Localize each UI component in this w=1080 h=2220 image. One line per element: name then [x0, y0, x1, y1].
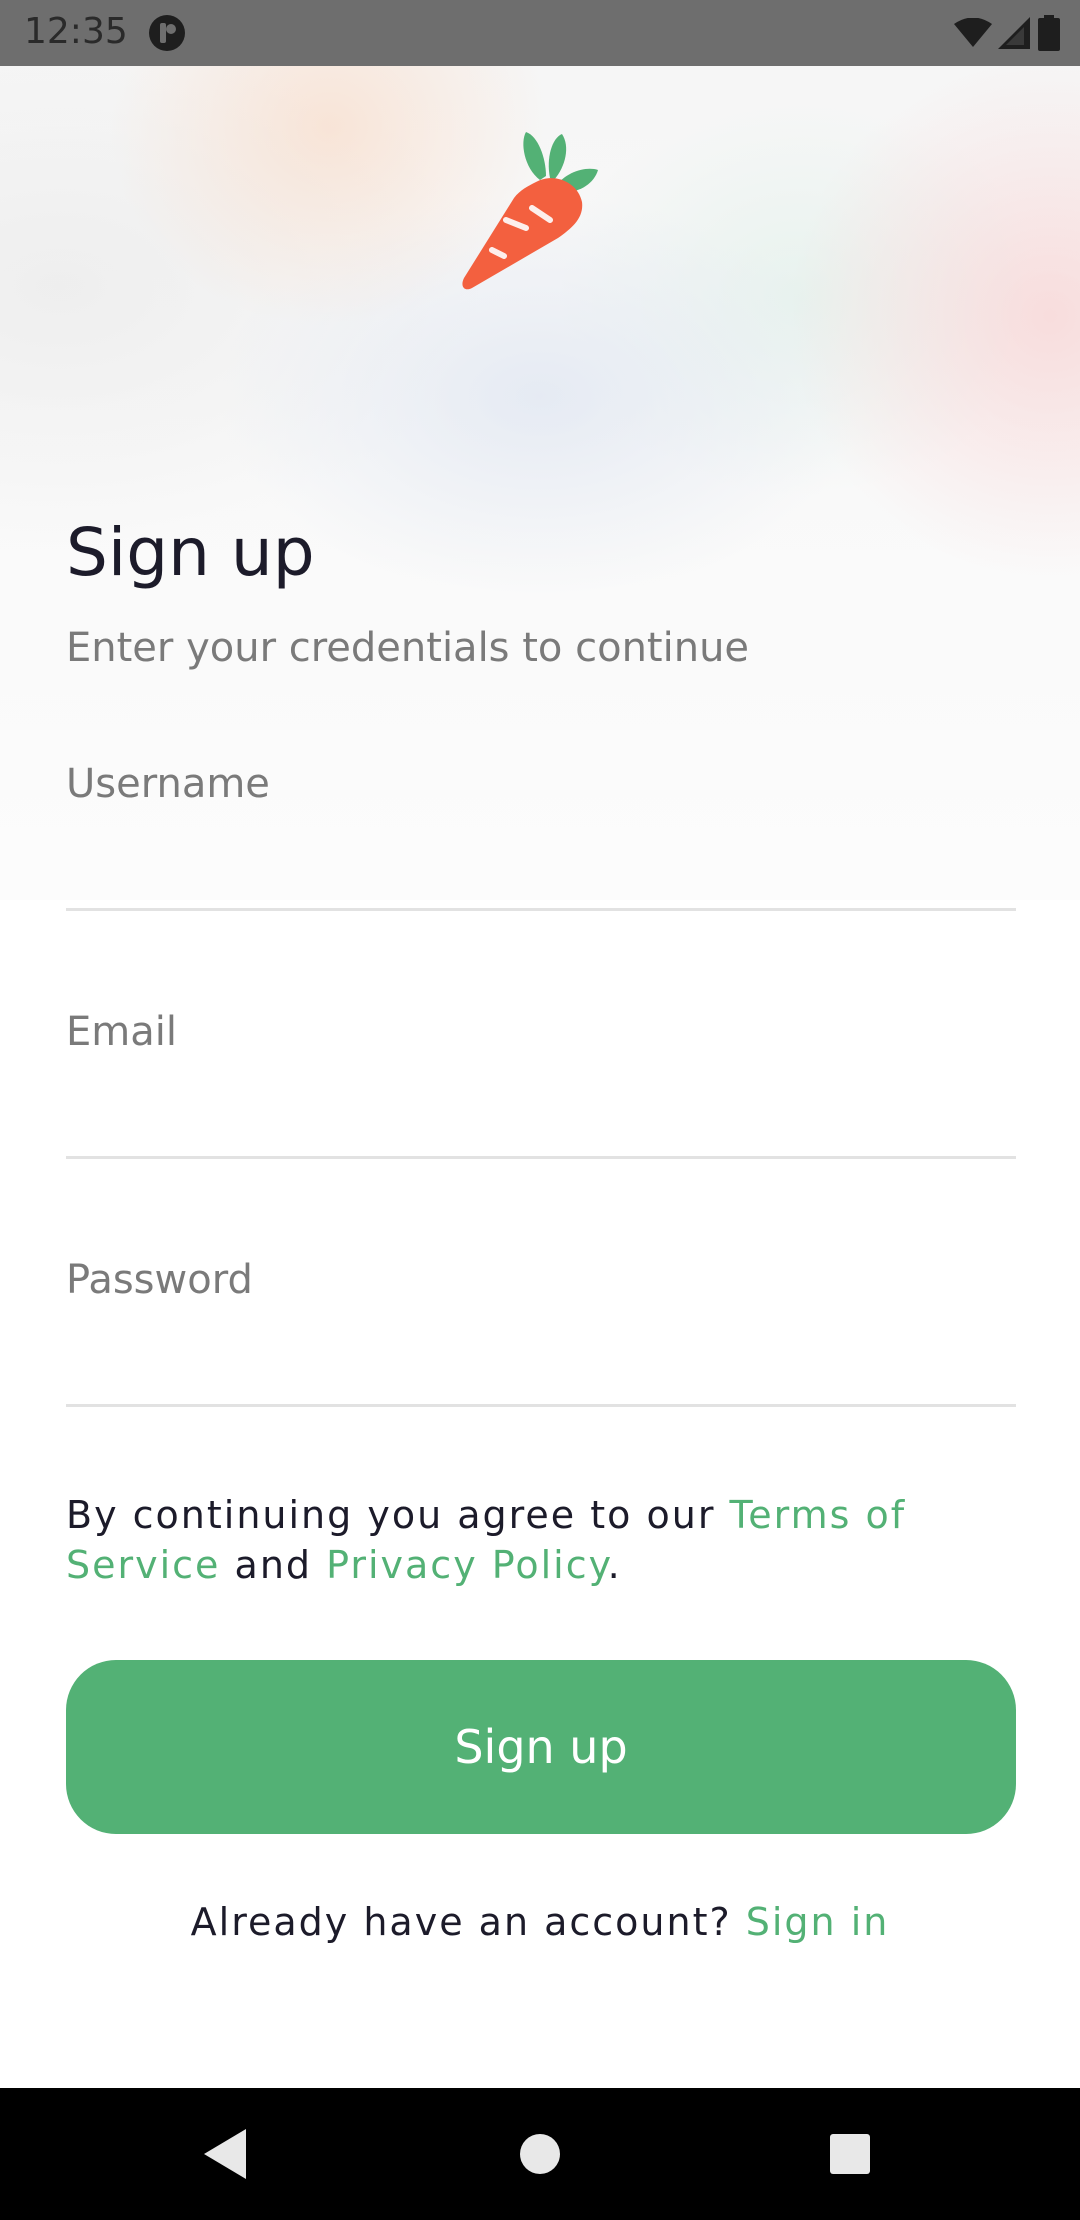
navigation-bar [0, 2088, 1080, 2220]
username-label: Username [66, 761, 270, 807]
signin-row: Already have an account? Sign in [0, 1894, 1080, 1950]
app-notification-icon [149, 15, 185, 51]
password-underline [66, 1404, 1016, 1407]
back-button[interactable] [156, 2088, 296, 2220]
username-input[interactable] [66, 830, 1016, 900]
status-icons [954, 14, 1060, 52]
password-input[interactable] [66, 1326, 1016, 1396]
signin-prompt: Already have an account? [190, 1900, 746, 1944]
battery-icon [1038, 15, 1060, 51]
page-title: Sign up [66, 514, 315, 591]
back-icon [204, 2129, 246, 2179]
terms-suffix: . [607, 1543, 622, 1587]
wifi-icon [954, 18, 992, 47]
password-field-group: Password [66, 1252, 1016, 1462]
signin-link[interactable]: Sign in [746, 1900, 890, 1944]
terms-middle: and [220, 1543, 327, 1587]
home-button[interactable] [470, 2088, 610, 2220]
email-underline [66, 1156, 1016, 1159]
username-underline [66, 908, 1016, 911]
carrot-icon [462, 132, 598, 290]
signup-button[interactable]: Sign up [66, 1660, 1016, 1834]
status-time: 12:35 [24, 11, 128, 52]
home-icon [520, 2134, 560, 2174]
email-label: Email [66, 1009, 177, 1055]
email-field-group: Email [66, 1004, 1016, 1214]
recents-button[interactable] [780, 2088, 920, 2220]
password-label: Password [66, 1257, 253, 1303]
page-subtitle: Enter your credentials to continue [66, 625, 750, 671]
recents-icon [830, 2134, 870, 2174]
terms-text: By continuing you agree to our Terms of … [66, 1490, 1016, 1590]
cellular-signal-icon [998, 17, 1030, 49]
email-input[interactable] [66, 1078, 1016, 1148]
privacy-policy-link[interactable]: Privacy Policy [326, 1543, 608, 1587]
terms-prefix: By continuing you agree to our [66, 1493, 730, 1537]
username-field-group: Username [66, 756, 1016, 966]
status-bar: 12:35 [0, 0, 1080, 66]
